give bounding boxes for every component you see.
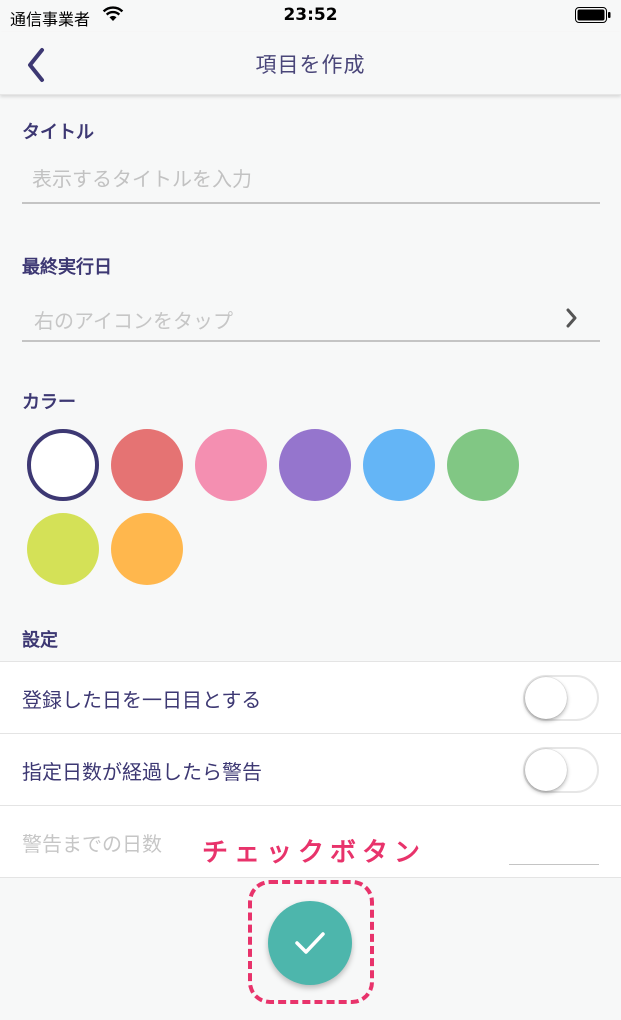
title-input[interactable]	[32, 162, 572, 196]
title-field	[22, 156, 600, 204]
last-run-placeholder: 右のアイコンをタップ	[34, 309, 233, 333]
warn-days-input[interactable]	[509, 864, 599, 865]
warn-days-label: 警告までの日数	[22, 832, 162, 856]
title-label: タイトル	[22, 122, 94, 143]
last-run-label: 最終実行日	[22, 257, 112, 278]
setting-row-warn: 指定日数が経過したら警告	[0, 734, 621, 806]
navigation-bar: 項目を作成	[0, 32, 621, 95]
color-swatch-green[interactable]	[447, 429, 519, 501]
chevron-right-icon[interactable]	[566, 308, 578, 332]
warn-label: 指定日数が経過したら警告	[22, 760, 262, 784]
settings-label: 設定	[22, 630, 58, 651]
color-swatch-red[interactable]	[111, 429, 183, 501]
count-first-day-label: 登録した日を一日目とする	[22, 688, 262, 712]
toggle-knob	[525, 749, 567, 791]
setting-row-count-first-day: 登録した日を一日目とする	[0, 662, 621, 734]
color-swatch-blue[interactable]	[363, 429, 435, 501]
last-run-date-field[interactable]: 右のアイコンをタップ	[22, 294, 600, 342]
battery-icon	[575, 7, 611, 27]
clock: 23:52	[283, 5, 338, 25]
color-swatch-white[interactable]	[27, 429, 99, 501]
color-swatch-pink[interactable]	[195, 429, 267, 501]
count-first-day-toggle[interactable]	[523, 675, 599, 721]
color-swatch-purple[interactable]	[279, 429, 351, 501]
color-label: カラー	[22, 392, 76, 413]
page-title: 項目を作成	[255, 53, 366, 77]
color-swatch-lime[interactable]	[27, 513, 99, 585]
color-swatch-orange[interactable]	[111, 513, 183, 585]
toggle-knob	[525, 677, 567, 719]
status-bar: 通信事業者 23:52	[0, 0, 621, 32]
annotation-label: チェックボタン	[202, 838, 427, 868]
confirm-button[interactable]	[268, 901, 352, 985]
check-icon	[295, 932, 325, 954]
warn-toggle[interactable]	[523, 747, 599, 793]
